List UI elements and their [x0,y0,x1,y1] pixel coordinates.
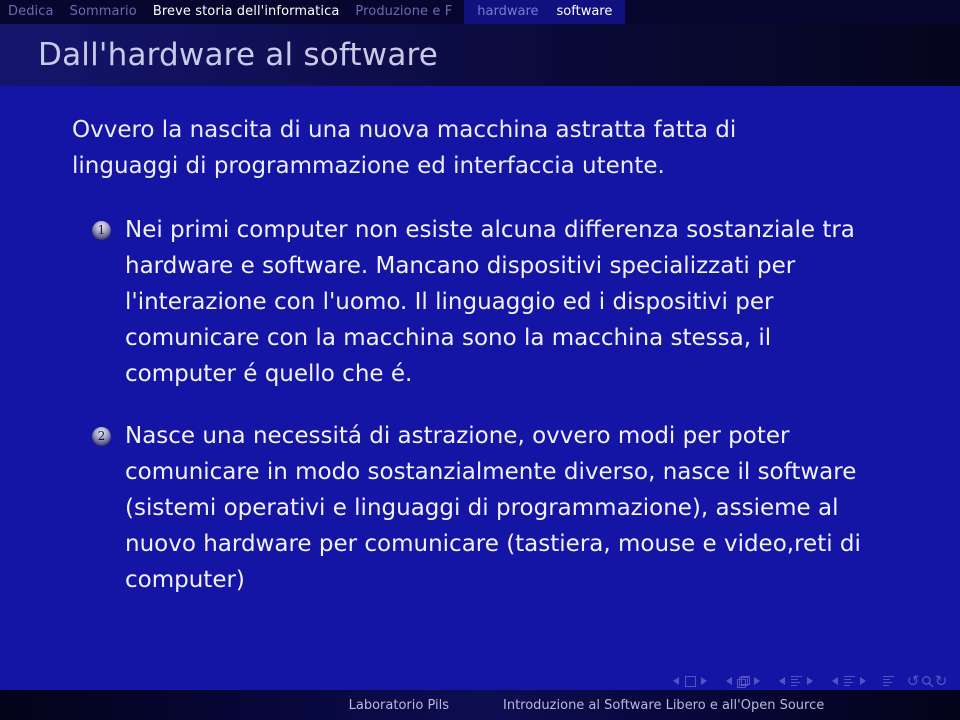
next-slide-icon[interactable] [697,673,711,689]
slide-icon[interactable] [683,673,697,689]
frame-icon[interactable] [736,673,750,689]
next-subsection-icon[interactable] [803,673,817,689]
presentation-slide: Dedica Sommario Breve storia dell'inform… [0,0,960,720]
nav-section-sommario[interactable]: Sommario [62,0,145,24]
list-item: 1 Nei primi computer non esiste alcuna d… [0,212,960,392]
footer-right-segment: Introduzione al Software Libero e all'Op… [481,690,960,720]
beamer-navigation-symbols: ↺ ↻ [658,670,948,692]
section-icon[interactable] [842,673,856,689]
subsection-navigation: hardware software [464,0,626,24]
slide-navigation-group [669,673,711,689]
prev-slide-icon[interactable] [669,673,683,689]
slide-body: Ovvero la nascita di una nuova macchina … [0,86,960,656]
intro-paragraph: Ovvero la nascita di una nuova macchina … [72,117,737,179]
prev-frame-icon[interactable] [722,673,736,689]
footer-title: Introduzione al Software Libero e all'Op… [503,697,825,713]
nav-subsection-hardware[interactable]: hardware [468,0,547,24]
footer-bar: Laboratorio Pils Introduzione al Softwar… [0,690,960,720]
list-item-text: Nei primi computer non esiste alcuna dif… [125,217,855,387]
document-icon[interactable] [881,673,895,689]
nav-section-breve-storia[interactable]: Breve storia dell'informatica [145,0,348,24]
subsection-navigation-group [775,673,817,689]
footer-author: Laboratorio Pils [348,697,449,713]
prev-subsection-icon[interactable] [775,673,789,689]
next-frame-icon[interactable] [750,673,764,689]
list-item-text: Nasce una necessitá di astrazione, ovver… [125,423,861,593]
nav-subsection-software[interactable]: software [548,0,622,24]
document-navigation-group [881,673,895,689]
navigation-bar: Dedica Sommario Breve storia dell'inform… [0,0,960,24]
next-section-icon[interactable] [856,673,870,689]
search-icon[interactable] [920,673,934,689]
subsection-icon[interactable] [789,673,803,689]
section-navigation-group [828,673,870,689]
title-bar: Dall'hardware al software [0,24,960,86]
list-item: 2 Nasce una necessitá di astrazione, ovv… [0,418,960,598]
history-navigation-group: ↺ ↻ [906,673,948,689]
nav-section-produzione[interactable]: Produzione e F [347,0,460,24]
slide-title: Dall'hardware al software [38,37,439,73]
frame-navigation-group [722,673,764,689]
enumerated-list: 1 Nei primi computer non esiste alcuna d… [0,212,960,598]
prev-section-icon[interactable] [828,673,842,689]
forward-icon[interactable]: ↻ [934,673,948,689]
back-icon[interactable]: ↺ [906,673,920,689]
nav-section-dedica[interactable]: Dedica [0,0,62,24]
item-number-badge: 1 [92,221,111,240]
footer-left-segment: Laboratorio Pils [0,690,481,720]
section-navigation: Dedica Sommario Breve storia dell'inform… [0,0,460,24]
item-number-badge: 2 [92,427,111,446]
